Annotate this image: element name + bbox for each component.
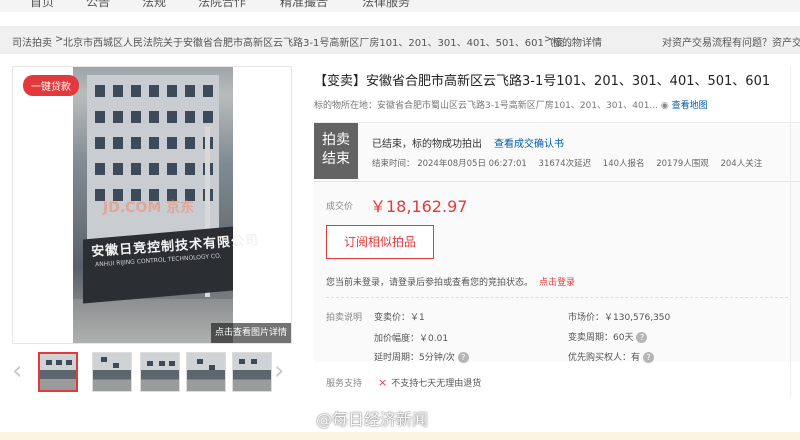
nav-item-regulations[interactable]: 法规 — [142, 0, 166, 10]
page-title: 【变卖】安徽省合肥市高新区云飞路3-1号101、201、301、401、501、… — [314, 74, 771, 89]
help-icon[interactable]: ? — [643, 352, 655, 363]
breadcrumb-item-detail[interactable]: 标的物详情 — [552, 34, 602, 49]
nav-item-home[interactable]: 首页 — [30, 0, 54, 10]
priority-buyer-text: 优先购买权人：有 — [568, 353, 641, 363]
thumbnail-prev-arrow-icon[interactable]: ‹ — [12, 358, 22, 384]
bottom-strip — [0, 432, 800, 440]
item-location: 标的物所在地：安徽省合肥市蜀山区云飞路3-1号高新区厂房101、201、301、… — [314, 98, 708, 111]
process-help-link[interactable]: 对资产交易流程有问题？资产交易 — [662, 34, 800, 49]
map-pin-icon: ◉ — [660, 101, 669, 111]
thumbnail-4[interactable] — [186, 352, 226, 392]
status-summary: 已结束，标的物成功拍出 查看成交确认书 — [372, 135, 564, 150]
watcher-count: 20179人围观 — [656, 159, 709, 169]
nav-item-legal-services[interactable]: 法律服务 — [362, 0, 410, 10]
start-price: 变卖价：￥1 — [374, 313, 425, 323]
bid-increment: 加价幅度：￥0.01 — [374, 334, 449, 344]
end-time: 结束时间： 2024年08月05日 06:27:01 — [372, 159, 527, 169]
priority-buyer: 优先购买权人：有? — [568, 350, 655, 363]
nav-item-court-cooperation[interactable]: 法院合作 — [198, 0, 246, 10]
auction-stats: 结束时间： 2024年08月05日 06:27:01 31674次延迟 140人… — [372, 157, 771, 169]
building-image — [87, 75, 219, 255]
view-confirmation-link[interactable]: 查看成交确认书 — [494, 139, 564, 150]
thumbnail-2[interactable] — [92, 352, 132, 392]
status-line-2: 结束 — [322, 151, 350, 167]
auction-info: 【变卖】安徽省合肥市高新区云飞路3-1号101、201、301、401、501、… — [314, 66, 800, 440]
thumbnail-3[interactable] — [140, 352, 180, 392]
auction-specs: 拍卖说明 变卖价：￥1 市场价：￥130,576,350 加价幅度：￥0.01 … — [314, 244, 800, 363]
location-prefix: 标的物所在地： — [314, 101, 378, 111]
thumbnail-5[interactable] — [232, 352, 272, 392]
breadcrumb: 司法拍卖 > 北京市西城区人民法院关于安徽省合肥市高新区云飞路3-1号高新区厂房… — [0, 26, 800, 54]
nav-item-matching[interactable]: 精准撮合 — [280, 0, 328, 10]
sale-period: 变卖周期：60天? — [568, 330, 648, 343]
service-text: 不支持七天无理由退货 — [391, 379, 482, 389]
right-panel-edge — [790, 66, 800, 396]
location-text: 安徽省合肥市蜀山区云飞路3-1号高新区厂房101、201、301、401... — [377, 101, 659, 111]
thumbnail-strip: ‹ › — [12, 350, 292, 396]
status-text: 已结束，标的物成功拍出 — [372, 139, 482, 150]
signup-count: 140人报名 — [602, 159, 645, 169]
service-label: 服务支持 — [326, 379, 363, 389]
help-icon[interactable]: ? — [636, 332, 648, 343]
image-gallery: 安徽日竞控制技术有限公司 ANHUI RIJING CONTROL TECHNO… — [12, 66, 292, 344]
auction-panel: 拍卖 结束 已结束，标的物成功拍出 查看成交确认书 结束时间： 2024年08月0… — [314, 122, 800, 362]
delay-count: 31674次延迟 — [538, 159, 592, 169]
top-navigation: 首页 公告 法规 法院合作 精准撮合 法律服务 — [0, 0, 800, 12]
sale-period-text: 变卖周期：60天 — [568, 333, 634, 343]
status-line-1: 拍卖 — [322, 132, 350, 148]
nav-item-announcements[interactable]: 公告 — [86, 0, 110, 10]
service-support: 服务支持 × 不支持七天无理由退货 — [326, 376, 481, 389]
help-icon[interactable]: ? — [457, 352, 469, 363]
jd-watermark: JD.COM 京东 — [103, 200, 195, 216]
weibo-watermark: @每日经济新闻 — [316, 410, 429, 429]
thumbnail-1[interactable] — [38, 352, 78, 392]
delay-period-text: 延时周期：5分钟/次 — [374, 353, 455, 363]
divider — [314, 181, 800, 182]
auction-status-badge: 拍卖 结束 — [314, 123, 358, 179]
deal-price: ￥18,162.97 — [370, 197, 468, 216]
breadcrumb-item-judicial-auction[interactable]: 司法拍卖 — [12, 34, 52, 49]
view-map-link[interactable]: 查看地图 — [672, 101, 708, 111]
thumbnail-next-arrow-icon[interactable]: › — [274, 358, 284, 384]
delay-period: 延时周期：5分钟/次? — [374, 350, 469, 363]
deal-price-label: 成交价 — [326, 202, 354, 212]
loan-badge[interactable]: 一键贷款 — [23, 75, 79, 96]
view-image-details-button[interactable]: 点击查看图片详情 — [211, 323, 291, 343]
main-photo[interactable]: 安徽日竞控制技术有限公司 ANHUI RIJING CONTROL TECHNO… — [73, 67, 259, 343]
follower-count: 204人关注 — [720, 159, 763, 169]
specs-label: 拍卖说明 — [326, 313, 363, 323]
close-icon: × — [378, 376, 388, 389]
breadcrumb-item-case[interactable]: 北京市西城区人民法院关于安徽省合肥市高新区云飞路3-1号高新区厂房101、201… — [63, 34, 574, 49]
ground — [73, 299, 233, 343]
market-price: 市场价：￥130,576,350 — [568, 313, 671, 323]
